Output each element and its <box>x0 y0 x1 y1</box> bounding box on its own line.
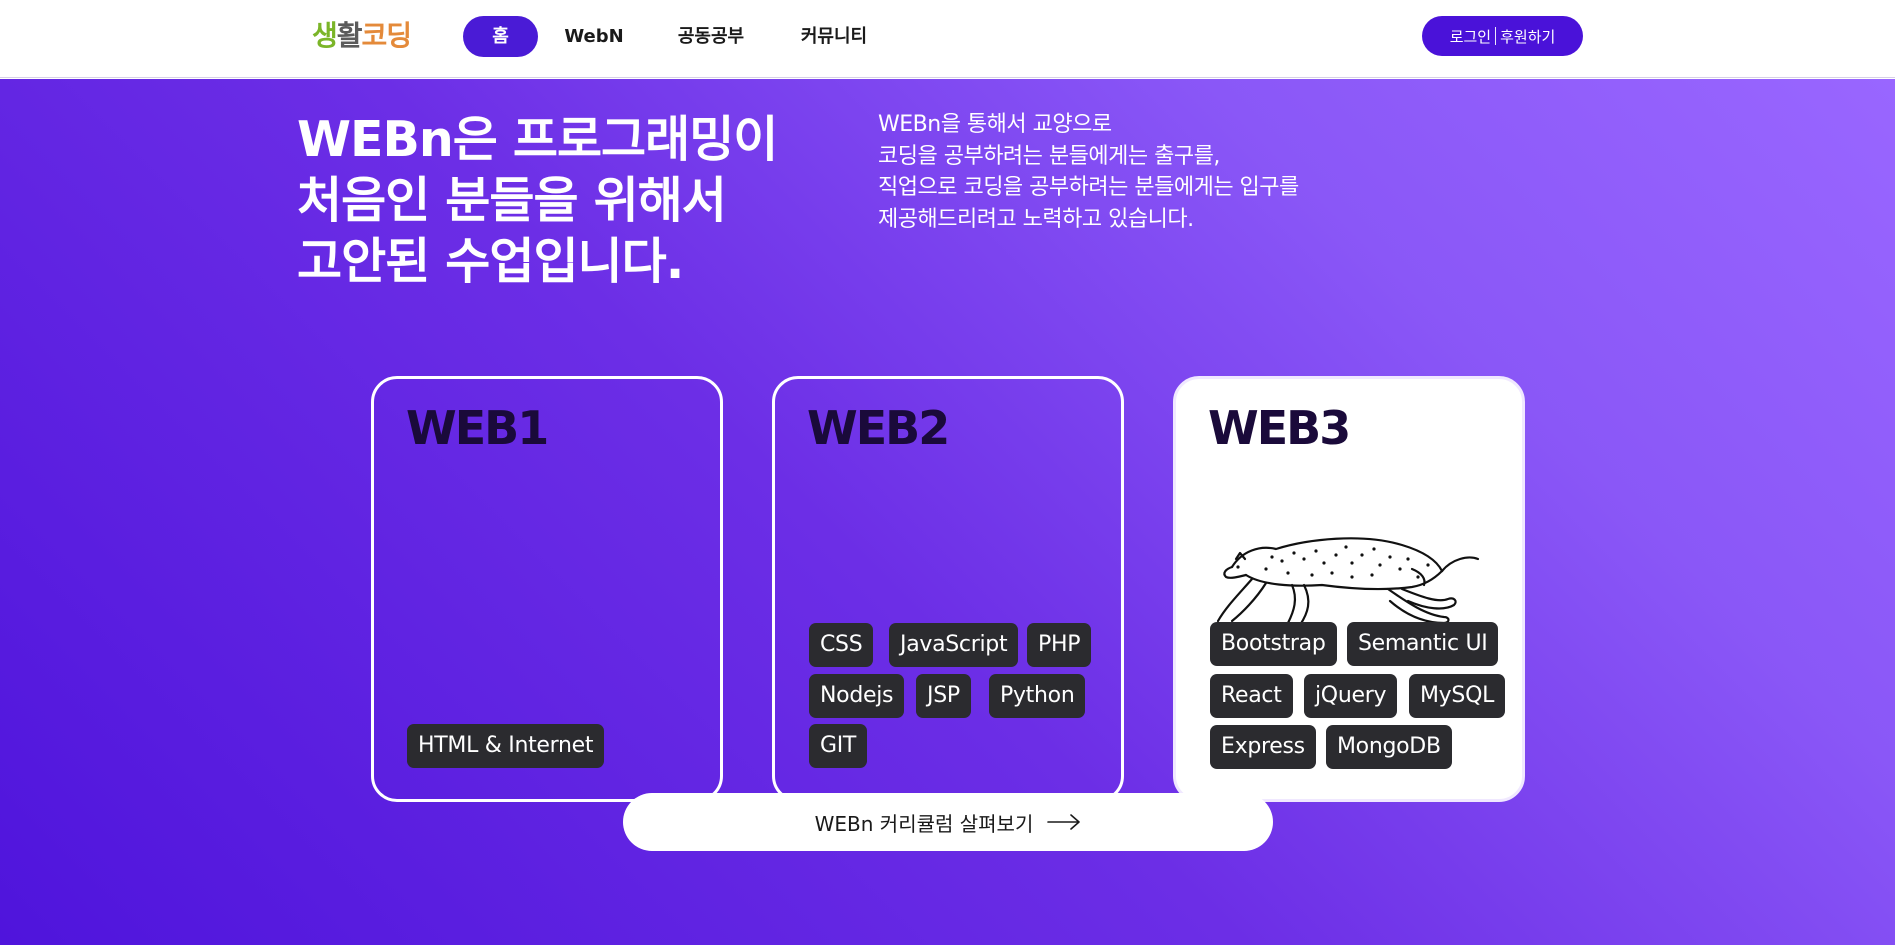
tag-python[interactable]: Python <box>989 674 1086 718</box>
hero-desc-line: 코딩을 공부하려는 분들에게는 출구를, <box>878 143 1220 169</box>
auth-button[interactable]: 로그인 후원하기 <box>1422 16 1583 56</box>
tag-jsp[interactable]: JSP <box>916 674 971 718</box>
course-card-web1[interactable]: WEB1 HTML & Internet <box>371 376 723 802</box>
hero-title-line: WEBn은 프로그래밍이 <box>297 111 778 168</box>
tag-bootstrap[interactable]: Bootstrap <box>1210 622 1337 666</box>
tag-semantic-ui[interactable]: Semantic UI <box>1347 622 1499 666</box>
hero-title-line: 처음인 분들을 위해서 <box>297 172 727 229</box>
hero-title-line: 고안된 수업입니다. <box>297 233 684 290</box>
logo-part-2: 활 <box>336 19 363 52</box>
curriculum-button[interactable]: WEBn 커리큘럼 살펴보기 <box>623 793 1273 851</box>
tag-nodejs[interactable]: Nodejs <box>809 674 905 718</box>
tag-express[interactable]: Express <box>1210 725 1316 769</box>
tag-php[interactable]: PHP <box>1027 623 1092 667</box>
nav-community[interactable]: 커뮤니티 <box>784 16 884 57</box>
tag-javascript[interactable]: JavaScript <box>889 623 1019 667</box>
nav-home[interactable]: 홈 <box>463 16 538 57</box>
site-header: 생활코딩 홈 WebN 공동공부 커뮤니티 로그인 후원하기 <box>0 0 1895 78</box>
nav-webn[interactable]: WebN <box>552 16 636 57</box>
hero-description: WEBn을 통해서 교양으로 코딩을 공부하려는 분들에게는 출구를, 직업으로… <box>878 109 1438 235</box>
hero-desc-line: 제공해드리려고 노력하고 있습니다. <box>878 206 1194 232</box>
arrow-right-icon <box>1047 814 1081 830</box>
course-card-web2[interactable]: WEB2 CSS JavaScript PHP Nodejs JSP Pytho… <box>772 376 1124 802</box>
hero-desc-line: 직업으로 코딩을 공부하려는 분들에게는 입구를 <box>878 175 1299 200</box>
logo[interactable]: 생활코딩 <box>312 14 413 54</box>
tag-html-internet[interactable]: HTML & Internet <box>407 724 605 768</box>
logo-part-3: 코딩 <box>361 19 413 52</box>
card-title: WEB3 <box>1208 401 1351 455</box>
tag-git[interactable]: GIT <box>809 724 868 768</box>
nav-study-together[interactable]: 공동공부 <box>663 16 759 57</box>
tag-jquery[interactable]: jQuery <box>1304 674 1398 718</box>
sponsor-link[interactable]: 후원하기 <box>1500 26 1555 47</box>
auth-divider <box>1495 27 1497 45</box>
tag-mongodb[interactable]: MongoDB <box>1326 725 1452 769</box>
card-title: WEB2 <box>807 401 950 455</box>
logo-part-1: 생 <box>312 19 338 52</box>
cheetah-illustration <box>1216 537 1480 627</box>
card-title: WEB1 <box>406 401 549 455</box>
course-card-web3[interactable]: WEB3 Bootstrap Semantic UI React jQuery … <box>1173 376 1525 802</box>
login-link[interactable]: 로그인 <box>1450 26 1491 47</box>
tag-react[interactable]: React <box>1210 674 1293 718</box>
curriculum-button-label: WEBn 커리큘럼 살펴보기 <box>814 811 1034 836</box>
hero-desc-line: WEBn을 통해서 교양으로 <box>878 112 1112 137</box>
hero-title: WEBn은 프로그래밍이 처음인 분들을 위해서 고안된 수업입니다. <box>297 109 857 292</box>
tag-css[interactable]: CSS <box>809 623 874 667</box>
tag-mysql[interactable]: MySQL <box>1409 674 1506 718</box>
